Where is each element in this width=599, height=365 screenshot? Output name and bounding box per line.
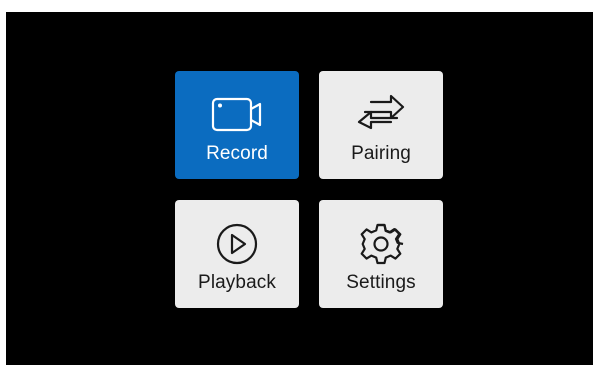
playback-button[interactable]: Playback bbox=[175, 200, 299, 308]
swap-arrows-icon bbox=[319, 93, 443, 137]
video-camera-icon bbox=[175, 93, 299, 137]
settings-label: Settings bbox=[346, 272, 416, 293]
play-circle-icon bbox=[175, 222, 299, 266]
main-menu-screen: Record Pairing Playback Settings bbox=[6, 12, 593, 365]
record-label: Record bbox=[206, 143, 268, 164]
pairing-button[interactable]: Pairing bbox=[319, 71, 443, 179]
pairing-label: Pairing bbox=[351, 143, 411, 164]
settings-button[interactable]: Settings bbox=[319, 200, 443, 308]
record-button[interactable]: Record bbox=[175, 71, 299, 179]
playback-label: Playback bbox=[198, 272, 276, 293]
gear-icon bbox=[319, 222, 443, 266]
